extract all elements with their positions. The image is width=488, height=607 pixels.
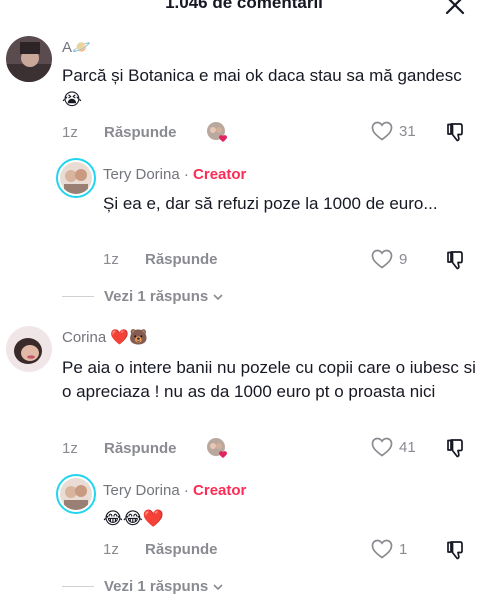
- reply-text: 😂😂❤️: [103, 509, 164, 528]
- reply-username[interactable]: Tery Dorina · Creator: [103, 482, 246, 499]
- reply-button[interactable]: Răspunde: [145, 251, 218, 268]
- avatar[interactable]: [6, 326, 52, 372]
- reply-button[interactable]: Răspunde: [145, 541, 218, 558]
- reply-time: 1z: [103, 251, 119, 268]
- creator-liked-icon: [206, 437, 228, 459]
- like-button[interactable]: 31: [371, 121, 416, 141]
- comment-text: Pe aia o intere banii nu pozele cu copii…: [62, 358, 476, 401]
- heart-outline-icon: [371, 249, 393, 269]
- reply-username-text: Tery Dorina: [103, 166, 180, 183]
- divider-line: [62, 296, 94, 297]
- thumbs-down-icon: [447, 251, 463, 270]
- dislike-button[interactable]: [445, 121, 467, 148]
- dislike-button[interactable]: [445, 249, 467, 276]
- comments-header: 1.046 de comentarii: [0, 0, 488, 22]
- comment-time: 1z: [62, 440, 78, 457]
- separator-dot: ·: [183, 166, 189, 183]
- reply-time: 1z: [103, 541, 119, 558]
- view-replies-button[interactable]: Vezi 1 răspuns: [62, 288, 224, 305]
- comments-count-title: 1.046 de comentarii: [165, 0, 323, 12]
- reply-username-text: Tery Dorina: [103, 482, 180, 499]
- reply-button[interactable]: Răspunde: [104, 124, 177, 141]
- creator-liked-icon: [206, 121, 228, 143]
- comment-username[interactable]: A🪐: [62, 38, 91, 56]
- thumbs-down-icon: [447, 123, 463, 142]
- reply-text: Și ea e, dar să refuzi poze la 1000 de e…: [103, 194, 438, 213]
- heart-outline-icon: [371, 437, 393, 457]
- chevron-down-icon: [213, 583, 223, 590]
- comment-username[interactable]: Corina ❤️🐻: [62, 328, 148, 346]
- chevron-down-icon: [213, 293, 223, 300]
- reply-username[interactable]: Tery Dorina · Creator: [103, 166, 246, 183]
- heart-outline-icon: [371, 121, 393, 141]
- dislike-button[interactable]: [445, 437, 467, 464]
- like-count: 1: [399, 540, 408, 558]
- view-replies-label: Vezi 1 răspuns: [104, 288, 209, 305]
- dislike-button[interactable]: [445, 539, 467, 566]
- divider-line: [62, 586, 94, 587]
- creator-avatar[interactable]: [56, 158, 96, 198]
- comment-time: 1z: [62, 124, 78, 141]
- creator-badge: Creator: [193, 166, 247, 183]
- thumbs-down-icon: [447, 541, 463, 560]
- creator-badge: Creator: [193, 482, 247, 499]
- like-count: 31: [399, 122, 416, 140]
- like-count: 41: [399, 438, 416, 456]
- creator-avatar[interactable]: [56, 474, 96, 514]
- close-icon: [445, 0, 465, 15]
- view-replies-button[interactable]: Vezi 1 răspuns: [62, 578, 224, 595]
- comment-text: Parcă și Botanica e mai ok daca stau sa …: [62, 66, 462, 109]
- like-count: 9: [399, 250, 408, 268]
- like-button[interactable]: 1: [371, 539, 407, 559]
- view-replies-label: Vezi 1 răspuns: [104, 578, 209, 595]
- separator-dot: ·: [183, 482, 189, 499]
- reply-button[interactable]: Răspunde: [104, 440, 177, 457]
- like-button[interactable]: 41: [371, 437, 416, 457]
- close-button[interactable]: [444, 0, 466, 16]
- thumbs-down-icon: [447, 439, 463, 458]
- like-button[interactable]: 9: [371, 249, 407, 269]
- heart-outline-icon: [371, 539, 393, 559]
- avatar[interactable]: [6, 36, 52, 82]
